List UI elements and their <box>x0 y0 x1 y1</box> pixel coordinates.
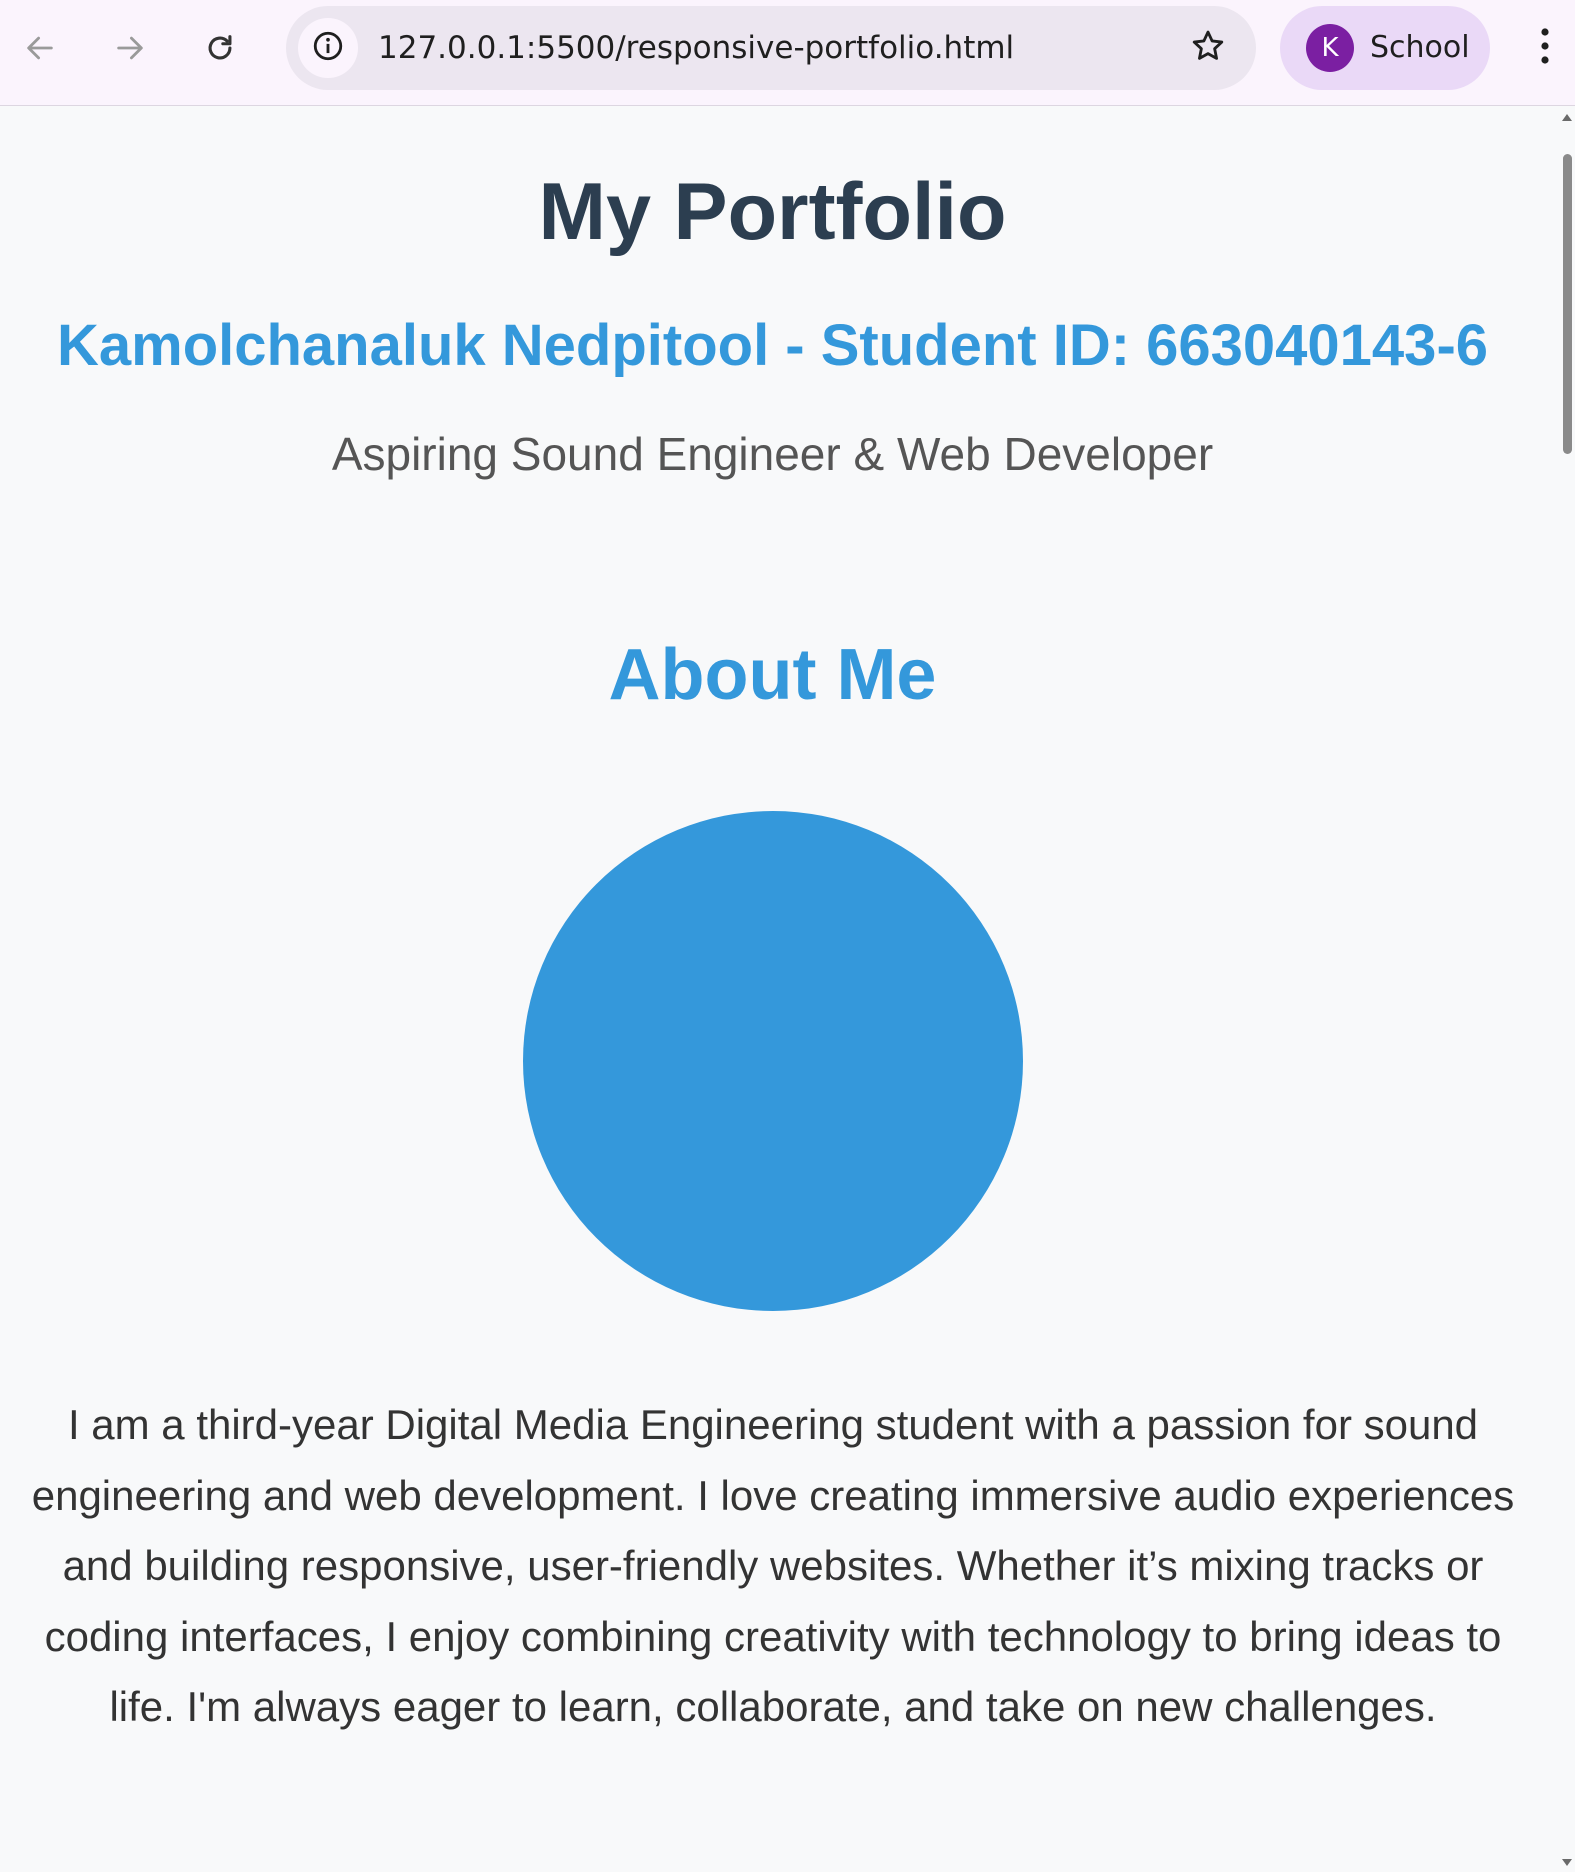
about-heading: About Me <box>608 635 937 715</box>
student-name-heading: Kamolchanaluk Nedpitool - Student ID: 66… <box>56 313 1489 378</box>
tagline: Aspiring Sound Engineer & Web Developer <box>331 428 1214 480</box>
reload-icon <box>203 31 237 65</box>
star-icon <box>1189 27 1227 70</box>
browser-toolbar: 127.0.0.1:5500/responsive-portfolio.html… <box>0 0 1575 106</box>
profile-button[interactable]: K School <box>1280 6 1490 90</box>
vertical-scrollbar[interactable] <box>1560 106 1575 1872</box>
site-info-button[interactable] <box>298 18 358 78</box>
bookmark-button[interactable] <box>1186 26 1230 70</box>
forward-button[interactable] <box>104 22 156 74</box>
arrow-right-icon <box>113 31 147 65</box>
page-title: My Portfolio <box>538 167 1007 257</box>
browser-menu-button[interactable] <box>1520 22 1570 74</box>
arrow-left-icon <box>23 31 57 65</box>
avatar: K <box>1306 24 1354 72</box>
url-text[interactable]: 127.0.0.1:5500/responsive-portfolio.html <box>378 6 1014 90</box>
more-vertical-icon <box>1539 26 1551 71</box>
info-icon <box>311 29 345 68</box>
scroll-down-arrow-icon[interactable] <box>1562 1859 1572 1866</box>
address-bar[interactable]: 127.0.0.1:5500/responsive-portfolio.html <box>286 6 1256 90</box>
back-button[interactable] <box>14 22 66 74</box>
profile-photo <box>523 811 1023 1311</box>
reload-button[interactable] <box>194 22 246 74</box>
about-text: I am a third-year Digital Media Engineer… <box>31 1401 1515 1730</box>
scrollbar-thumb[interactable] <box>1563 154 1572 454</box>
scroll-up-arrow-icon[interactable] <box>1562 114 1572 121</box>
profile-name: School <box>1370 30 1470 65</box>
page-viewport: My Portfolio Kamolchanaluk Nedpitool - S… <box>0 106 1560 1872</box>
